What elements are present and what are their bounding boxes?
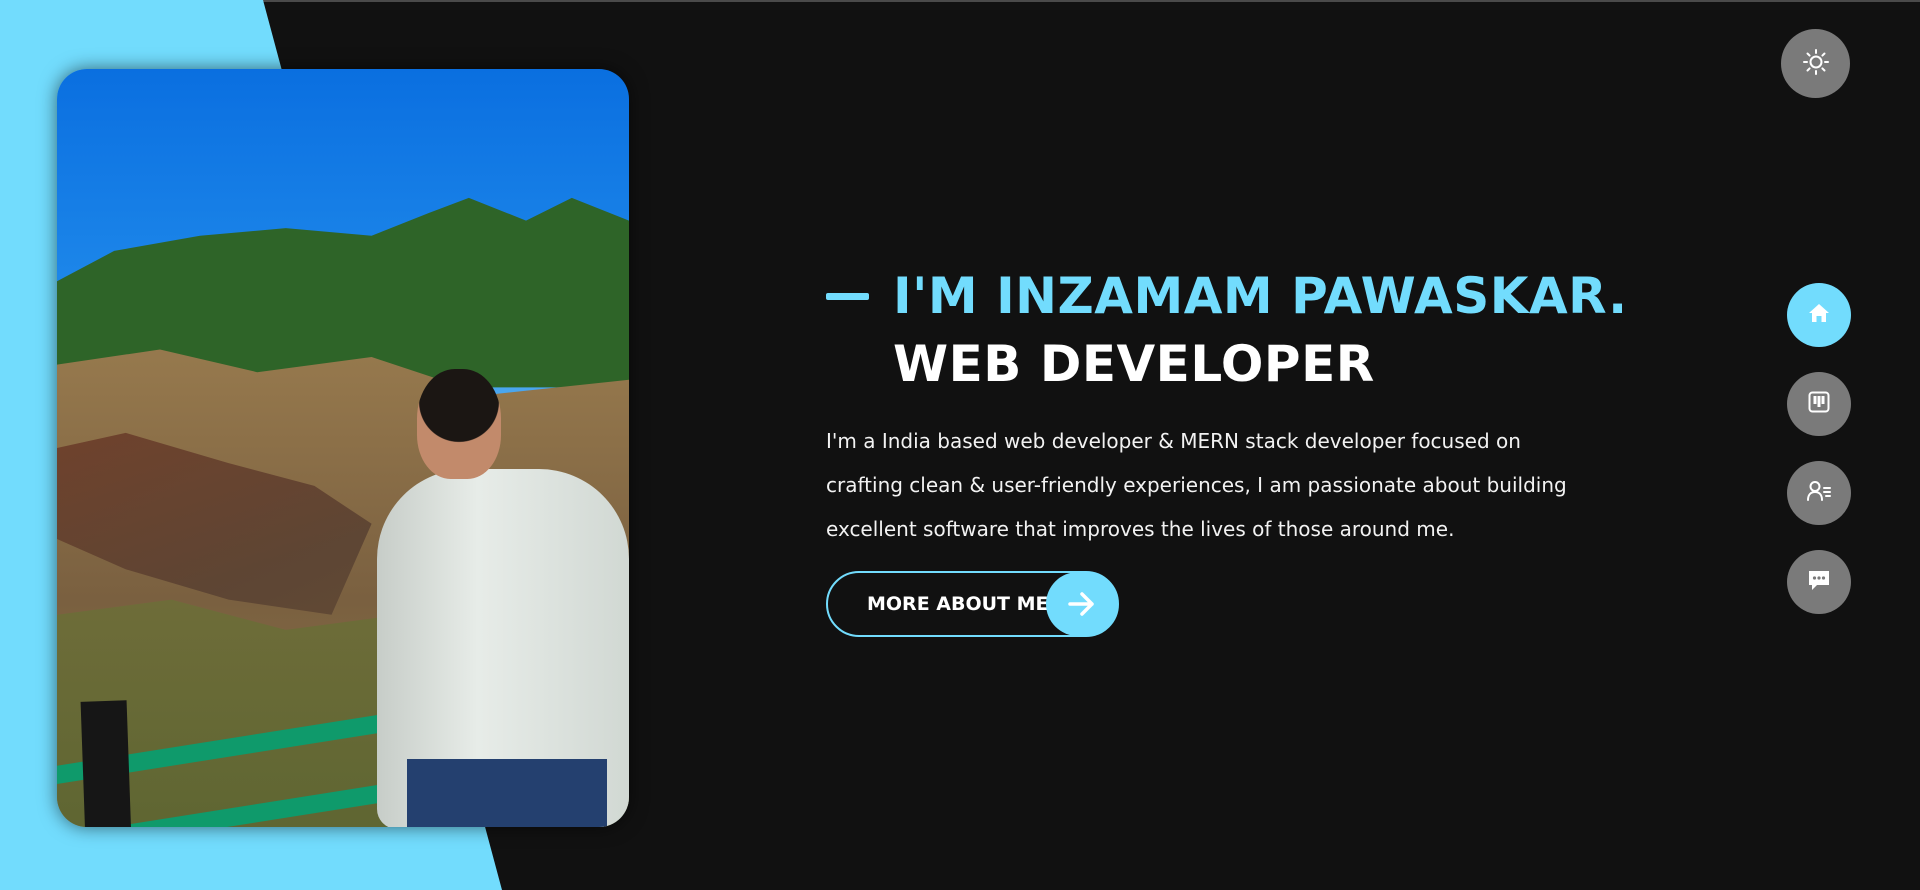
more-about-me-button[interactable]: MORE ABOUT ME [826,571,1119,637]
arrow-right-icon [1046,572,1118,636]
sun-icon [1802,48,1830,80]
hero-description: I'm a India based web developer & MERN s… [826,429,1567,541]
home-icon [1807,302,1831,328]
nav-home-button[interactable] [1787,283,1851,347]
nav-contact-button[interactable] [1787,550,1851,614]
theme-toggle-button[interactable] [1781,29,1850,98]
nav-about-button[interactable] [1787,461,1851,525]
hero-role: WEB DEVELOPER [893,335,1375,393]
user-details-icon [1806,479,1832,507]
portfolio-icon [1807,390,1831,418]
title-dash [826,293,869,300]
top-border [0,0,1920,2]
hero-name: I'M INZAMAM PAWASKAR. [893,267,1628,325]
chat-icon [1806,568,1832,596]
nav-portfolio-button[interactable] [1787,372,1851,436]
more-about-me-label: MORE ABOUT ME [867,593,1049,615]
profile-photo [57,69,629,827]
